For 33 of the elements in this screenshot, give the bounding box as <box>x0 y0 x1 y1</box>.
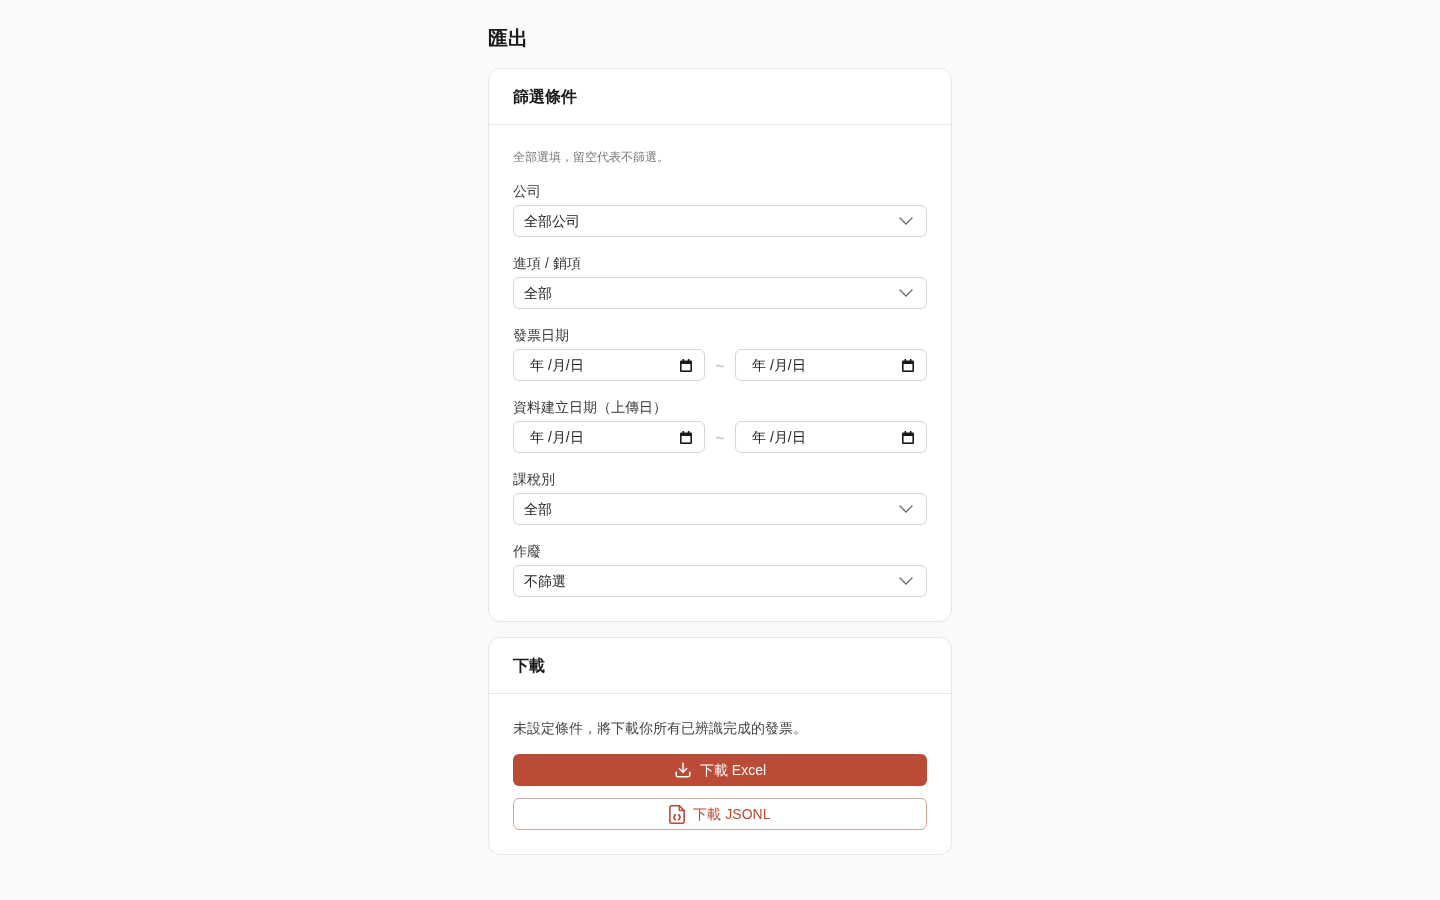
range-separator: ～ <box>713 427 727 447</box>
calendar-icon <box>902 358 914 372</box>
calendar-icon <box>680 358 692 372</box>
field-label: 發票日期 <box>513 326 570 345</box>
field-label: 進項 / 銷項 <box>513 254 582 273</box>
select-field[interactable]: 全部公司 <box>513 205 927 237</box>
date-field[interactable]: 年 /月/日 <box>513 421 705 453</box>
page-title: 匯出 <box>488 26 528 51</box>
select-field[interactable]: 全部 <box>513 493 927 525</box>
field-label: 課稅別 <box>513 470 556 489</box>
chevron-down-icon <box>899 289 913 297</box>
download-icon <box>673 761 692 779</box>
chevron-down-icon <box>899 577 913 585</box>
field-label: 資料建立日期（上傳日） <box>513 398 668 417</box>
select-field[interactable]: 全部 <box>513 277 927 309</box>
date-field[interactable]: 年 /月/日 <box>735 421 927 453</box>
chevron-down-icon <box>899 217 913 225</box>
card-title: 下載 <box>513 655 545 676</box>
select-field[interactable]: 不篩選 <box>513 565 927 597</box>
calendar-icon <box>902 430 914 444</box>
field-label: 作廢 <box>513 542 542 561</box>
hint-text: 全部選填，留空代表不篩選。 <box>513 149 670 165</box>
calendar-icon <box>680 430 692 444</box>
chevron-down-icon <box>899 505 913 513</box>
card-title: 篩選條件 <box>513 86 577 107</box>
range-separator: ～ <box>713 355 727 375</box>
info-text: 未設定條件，將下載你所有已辨識完成的發票。 <box>513 719 808 738</box>
field-label: 公司 <box>513 182 542 201</box>
date-field[interactable]: 年 /月/日 <box>735 349 927 381</box>
file-code-icon <box>669 804 686 824</box>
download-jsonl-button[interactable]: 下載 JSONL <box>513 798 927 830</box>
download-excel-button[interactable]: 下載 Excel <box>513 754 927 786</box>
date-field[interactable]: 年 /月/日 <box>513 349 705 381</box>
